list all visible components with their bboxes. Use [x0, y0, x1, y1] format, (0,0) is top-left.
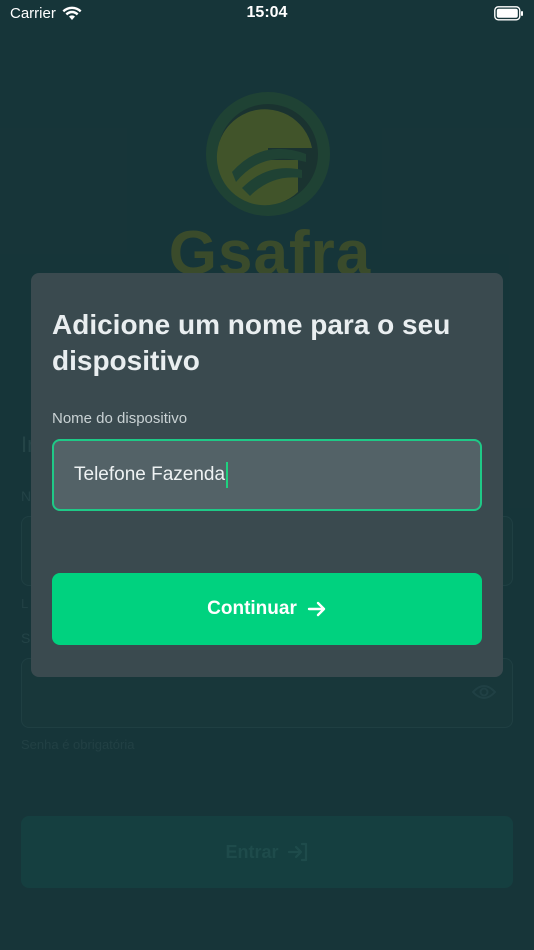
dialog-title: Adicione um nome para o seu dispositivo	[52, 309, 451, 376]
text-caret	[226, 462, 229, 488]
device-name-input[interactable]: Telefone Fazenda	[52, 439, 482, 511]
continue-button[interactable]: Continuar	[52, 573, 482, 645]
continue-button-label: Continuar	[207, 598, 297, 619]
status-bar: Carrier 15:04	[0, 0, 534, 30]
device-name-label: Nome do dispositivo	[52, 410, 188, 427]
status-bar-right	[494, 6, 524, 26]
arrow-right-icon	[307, 601, 326, 617]
clock: 15:04	[246, 4, 288, 21]
battery-icon	[494, 6, 523, 21]
device-name-dialog: Adicione um nome para o seu dispositivo …	[31, 273, 503, 677]
device-name-value: Telefone Fazenda	[74, 464, 226, 485]
